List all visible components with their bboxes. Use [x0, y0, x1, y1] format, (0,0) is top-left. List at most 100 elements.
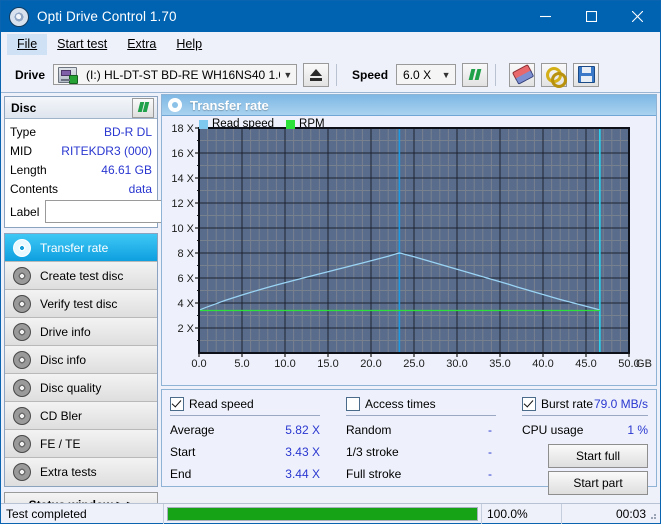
legend-item-read-speed: Read speed — [199, 118, 274, 130]
legend-item-rpm: RPM — [286, 118, 325, 130]
access-times-checkbox-row[interactable]: Access times — [346, 395, 522, 412]
sidebar-item-transfer-rate[interactable]: Transfer rate — [5, 234, 157, 262]
disc-row-mid: MID RITEKDR3 (000) — [10, 141, 152, 160]
eject-button[interactable] — [303, 63, 329, 87]
chart-area: Read speed RPM 2 X4 X6 X8 X10 X12 X14 X1… — [162, 116, 656, 385]
menu-item-help[interactable]: Help — [166, 34, 212, 55]
cpu-usage-value: 1 % — [627, 423, 648, 437]
menu-item-file[interactable]: File — [7, 34, 47, 55]
disc-row-contents: Contents data — [10, 179, 152, 198]
sidebar-item-disc-quality[interactable]: Disc quality — [5, 374, 157, 402]
resize-grip-icon[interactable] — [647, 510, 657, 520]
start-part-button[interactable]: Start part — [548, 471, 648, 495]
burst-rate-checkbox[interactable] — [522, 397, 536, 411]
legend-label: Read speed — [212, 118, 274, 130]
legend-swatch — [199, 120, 208, 129]
erase-button[interactable] — [509, 63, 535, 87]
divider — [170, 415, 320, 416]
eject-icon — [310, 69, 323, 81]
disc-type-label: Type — [10, 125, 36, 139]
svg-text:4 X: 4 X — [177, 298, 194, 310]
disc-row-length: Length 46.61 GB — [10, 160, 152, 179]
sidebar-item-cd-bler[interactable]: CD Bler — [5, 402, 157, 430]
drive-select[interactable]: (I:) HL-DT-ST BD-RE WH16NS40 1.05 ▼ — [53, 64, 297, 85]
save-button[interactable] — [573, 63, 599, 87]
svg-text:2 X: 2 X — [177, 323, 194, 335]
menu-help-label: Help — [176, 37, 202, 51]
svg-text:0.0: 0.0 — [191, 358, 206, 370]
sidebar: Disc Type BD-R DL MID RITEKDR3 (000) — [1, 93, 161, 500]
disc-type-value: BD-R DL — [104, 125, 152, 139]
svg-text:15.0: 15.0 — [317, 358, 338, 370]
svg-text:12 X: 12 X — [171, 198, 194, 210]
read-speed-checkbox[interactable] — [170, 397, 184, 411]
eraser-icon — [512, 65, 532, 84]
svg-text:6 X: 6 X — [177, 273, 194, 285]
divider — [346, 415, 496, 416]
sidebar-item-label: Disc info — [40, 353, 86, 367]
random-label: Random — [346, 423, 391, 437]
burst-rate-value: 79.0 MB/s — [594, 397, 648, 411]
read-speed-checkbox-label: Read speed — [189, 397, 254, 411]
menu-item-extra[interactable]: Extra — [117, 34, 166, 55]
speed-select[interactable]: 6.0 X ▼ — [396, 64, 456, 85]
stat-row-start: Start 3.43 X — [170, 441, 346, 463]
stat-row-average: Average 5.82 X — [170, 419, 346, 441]
toolbar-divider-1 — [336, 64, 337, 86]
chevron-down-icon: ▼ — [280, 70, 296, 80]
end-label: End — [170, 467, 191, 481]
sidebar-item-label: FE / TE — [40, 437, 80, 451]
disc-label-caption: Label — [10, 205, 39, 219]
start-full-button[interactable]: Start full — [548, 444, 648, 468]
sidebar-item-create-test-disc[interactable]: Create test disc — [5, 262, 157, 290]
read-speed-checkbox-row[interactable]: Read speed — [170, 395, 346, 412]
sidebar-item-disc-info[interactable]: Disc info — [5, 346, 157, 374]
access-times-checkbox[interactable] — [346, 397, 360, 411]
stat-row-cpu-usage: CPU usage 1 % — [522, 419, 648, 441]
disc-icon — [13, 351, 31, 369]
window-controls — [522, 1, 660, 32]
minimize-icon[interactable] — [522, 1, 568, 32]
stat-row-end: End 3.44 X — [170, 463, 346, 485]
svg-text:14 X: 14 X — [171, 173, 194, 185]
statistics-panel: Read speed Average 5.82 X Start 3.43 X E… — [161, 389, 657, 487]
disc-refresh-button[interactable] — [132, 98, 154, 118]
disc-properties: Type BD-R DL MID RITEKDR3 (000) Length 4… — [5, 119, 157, 227]
sidebar-item-fe-te[interactable]: FE / TE — [5, 430, 157, 458]
svg-text:40.0: 40.0 — [532, 358, 553, 370]
end-value: 3.44 X — [285, 467, 346, 481]
disc-panel-header: Disc — [5, 97, 157, 119]
close-icon[interactable] — [614, 1, 660, 32]
disc-mid-label: MID — [10, 144, 32, 158]
sidebar-item-drive-info[interactable]: Drive info — [5, 318, 157, 346]
menu-start-test-label: Start test — [57, 37, 107, 51]
access-times-checkbox-label: Access times — [365, 397, 436, 411]
disc-icon — [13, 239, 31, 257]
progress-bar — [167, 507, 478, 521]
toolbar-divider-2 — [495, 64, 496, 86]
disc-mid-value: RITEKDR3 (000) — [61, 144, 152, 158]
elapsed-time: 00:03 — [562, 504, 660, 524]
svg-text:GB: GB — [636, 358, 652, 370]
menu-item-start-test[interactable]: Start test — [47, 34, 117, 55]
access-times-stats: Access times Random - 1/3 stroke - Full … — [346, 395, 522, 486]
tools-button[interactable] — [541, 63, 567, 87]
drive-label: Drive — [15, 68, 45, 82]
title-bar: Opti Drive Control 1.70 — [1, 1, 660, 32]
svg-text:16 X: 16 X — [171, 148, 194, 160]
disc-icon — [13, 323, 31, 341]
disc-panel: Disc Type BD-R DL MID RITEKDR3 (000) — [4, 96, 158, 228]
menu-extra-label: Extra — [127, 37, 156, 51]
svg-text:20.0: 20.0 — [360, 358, 381, 370]
sidebar-item-verify-test-disc[interactable]: Verify test disc — [5, 290, 157, 318]
sidebar-item-label: CD Bler — [40, 409, 82, 423]
refresh-button[interactable] — [462, 63, 488, 87]
svg-text:35.0: 35.0 — [489, 358, 510, 370]
sidebar-item-extra-tests[interactable]: Extra tests — [5, 458, 157, 486]
speed-label: Speed — [352, 68, 388, 82]
sidebar-item-label: Transfer rate — [40, 241, 108, 255]
disc-length-label: Length — [10, 163, 47, 177]
maximize-icon[interactable] — [568, 1, 614, 32]
sidebar-item-label: Disc quality — [40, 381, 101, 395]
chevron-down-icon: ▼ — [437, 70, 455, 80]
